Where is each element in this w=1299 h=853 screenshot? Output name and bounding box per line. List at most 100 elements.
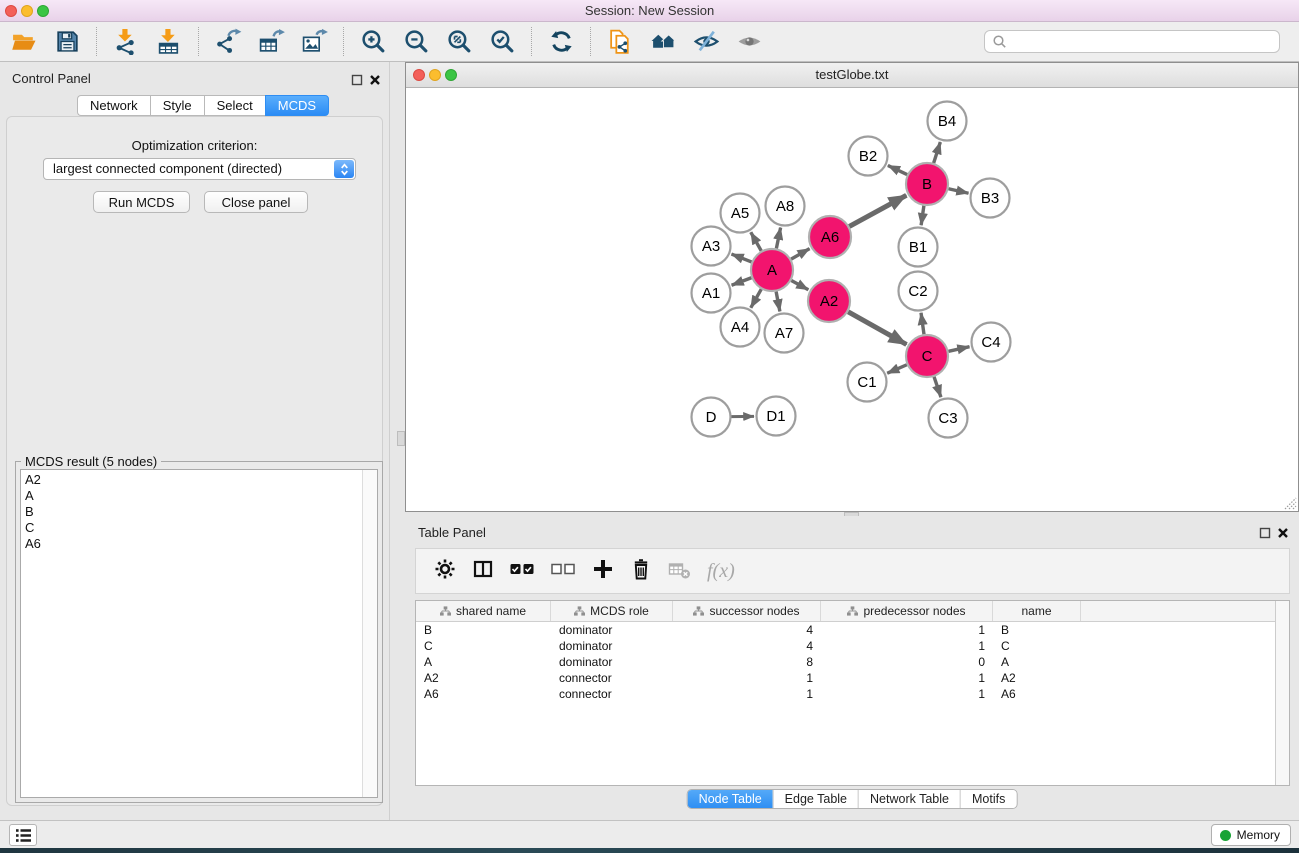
zoom-selected-button[interactable]: [488, 28, 516, 56]
show-panel-button[interactable]: [735, 28, 763, 56]
delete-column-button[interactable]: [630, 558, 652, 585]
table-cell[interactable]: 1: [821, 687, 993, 701]
table-cell[interactable]: 1: [673, 671, 821, 685]
table-cell[interactable]: connector: [551, 671, 673, 685]
hide-panel-button[interactable]: [692, 28, 720, 56]
minimize-window-button[interactable]: [21, 5, 33, 17]
table-cell[interactable]: 1: [673, 687, 821, 701]
save-session-button[interactable]: [53, 28, 81, 56]
table-row[interactable]: Adominator80A: [416, 654, 1289, 670]
import-table-button[interactable]: [155, 28, 183, 56]
zoom-fit-button[interactable]: [445, 28, 473, 56]
tab-edge-table[interactable]: Edge Table: [773, 790, 858, 808]
table-cell[interactable]: 4: [673, 639, 821, 653]
tab-mcds[interactable]: MCDS: [265, 95, 329, 116]
table-cell[interactable]: 1: [821, 671, 993, 685]
table-cell[interactable]: 0: [821, 655, 993, 669]
edge-B-B2[interactable]: [888, 165, 907, 174]
table-cell[interactable]: A: [993, 655, 1081, 669]
table-cell[interactable]: C: [416, 639, 551, 653]
edge-A-A4[interactable]: [751, 289, 761, 308]
close-table-panel-icon[interactable]: [1277, 526, 1289, 544]
show-all-networks-button[interactable]: [649, 28, 677, 56]
table-cell[interactable]: B: [993, 623, 1081, 637]
column-header-MCDS-role[interactable]: MCDS role: [551, 601, 673, 621]
network-graph[interactable]: AA1A2A3A4A5A6A7A8BB1B2B3B4CC1C2C3C4DD1: [406, 88, 1298, 511]
export-network-button[interactable]: [214, 28, 242, 56]
edge-A-A8[interactable]: [776, 228, 780, 249]
create-column-button[interactable]: [592, 558, 614, 585]
edge-B-B3[interactable]: [948, 189, 968, 193]
table-row[interactable]: Bdominator41B: [416, 622, 1289, 638]
tab-network[interactable]: Network: [77, 95, 150, 116]
network-minimize-button[interactable]: [429, 69, 441, 81]
tab-motifs[interactable]: Motifs: [960, 790, 1016, 808]
export-image-button[interactable]: [300, 28, 328, 56]
mcds-result-item[interactable]: A6: [21, 536, 361, 552]
table-cell[interactable]: B: [416, 623, 551, 637]
column-header-name[interactable]: name: [993, 601, 1081, 621]
edge-A-A6[interactable]: [791, 249, 809, 259]
result-list-scrollbar[interactable]: [362, 470, 377, 797]
refresh-button[interactable]: [547, 28, 575, 56]
tab-node-table[interactable]: Node Table: [688, 790, 773, 808]
table-cell[interactable]: 1: [821, 639, 993, 653]
table-cell[interactable]: A2: [993, 671, 1081, 685]
mcds-result-item[interactable]: B: [21, 504, 361, 520]
zoom-in-button[interactable]: [359, 28, 387, 56]
table-cell[interactable]: dominator: [551, 639, 673, 653]
edge-A-A1[interactable]: [732, 278, 752, 285]
table-cell[interactable]: dominator: [551, 655, 673, 669]
optimization-criterion-select[interactable]: largest connected component (directed): [43, 158, 356, 180]
edge-A-A3[interactable]: [731, 254, 751, 262]
run-mcds-button[interactable]: Run MCDS: [93, 191, 190, 213]
deselect-all-columns-button[interactable]: [551, 561, 576, 581]
column-header-predecessor-nodes[interactable]: predecessor nodes: [821, 601, 993, 621]
close-window-button[interactable]: [5, 5, 17, 17]
vertical-splitter-handle[interactable]: [397, 431, 405, 446]
table-cell[interactable]: A2: [416, 671, 551, 685]
network-close-button[interactable]: [413, 69, 425, 81]
table-row[interactable]: Cdominator41C: [416, 638, 1289, 654]
edge-A2-C[interactable]: [848, 312, 906, 345]
table-scrollbar[interactable]: [1275, 601, 1289, 785]
edge-A-A2[interactable]: [791, 281, 808, 290]
table-row[interactable]: A6connector11A6: [416, 686, 1289, 702]
zoom-out-button[interactable]: [402, 28, 430, 56]
table-settings-button[interactable]: [434, 558, 456, 585]
select-all-columns-button[interactable]: [510, 561, 535, 581]
edge-A-A7[interactable]: [776, 292, 780, 312]
edge-C-C2[interactable]: [921, 313, 924, 334]
open-session-button[interactable]: [10, 28, 38, 56]
search-input[interactable]: [1011, 34, 1272, 50]
import-network-button[interactable]: [112, 28, 140, 56]
resize-grip[interactable]: [1283, 496, 1297, 510]
table-cell[interactable]: A6: [993, 687, 1081, 701]
table-cell[interactable]: 1: [821, 623, 993, 637]
column-header-successor-nodes[interactable]: successor nodes: [673, 601, 821, 621]
float-panel-icon[interactable]: [351, 73, 363, 91]
column-header-shared-name[interactable]: shared name: [416, 601, 551, 621]
mcds-result-item[interactable]: A: [21, 488, 361, 504]
memory-button[interactable]: Memory: [1211, 824, 1291, 846]
tab-network-table[interactable]: Network Table: [858, 790, 960, 808]
network-zoom-button[interactable]: [445, 69, 457, 81]
table-cell[interactable]: A6: [416, 687, 551, 701]
table-cell[interactable]: dominator: [551, 623, 673, 637]
table-cell[interactable]: 4: [673, 623, 821, 637]
zoom-window-button[interactable]: [37, 5, 49, 17]
edge-C-C1[interactable]: [887, 365, 907, 374]
edge-C-C4[interactable]: [948, 347, 969, 352]
edge-B-B4[interactable]: [934, 142, 941, 163]
tab-style[interactable]: Style: [150, 95, 204, 116]
tab-select[interactable]: Select: [204, 95, 265, 116]
mcds-result-item[interactable]: C: [21, 520, 361, 536]
edge-A-A5[interactable]: [751, 232, 761, 251]
table-cell[interactable]: 8: [673, 655, 821, 669]
duplicate-network-button[interactable]: [606, 28, 634, 56]
float-table-panel-icon[interactable]: [1259, 526, 1271, 544]
mcds-result-item[interactable]: A2: [21, 472, 361, 488]
network-canvas[interactable]: AA1A2A3A4A5A6A7A8BB1B2B3B4CC1C2C3C4DD1: [406, 88, 1298, 511]
table-row[interactable]: A2connector11A2: [416, 670, 1289, 686]
close-panel-button[interactable]: Close panel: [204, 191, 308, 213]
